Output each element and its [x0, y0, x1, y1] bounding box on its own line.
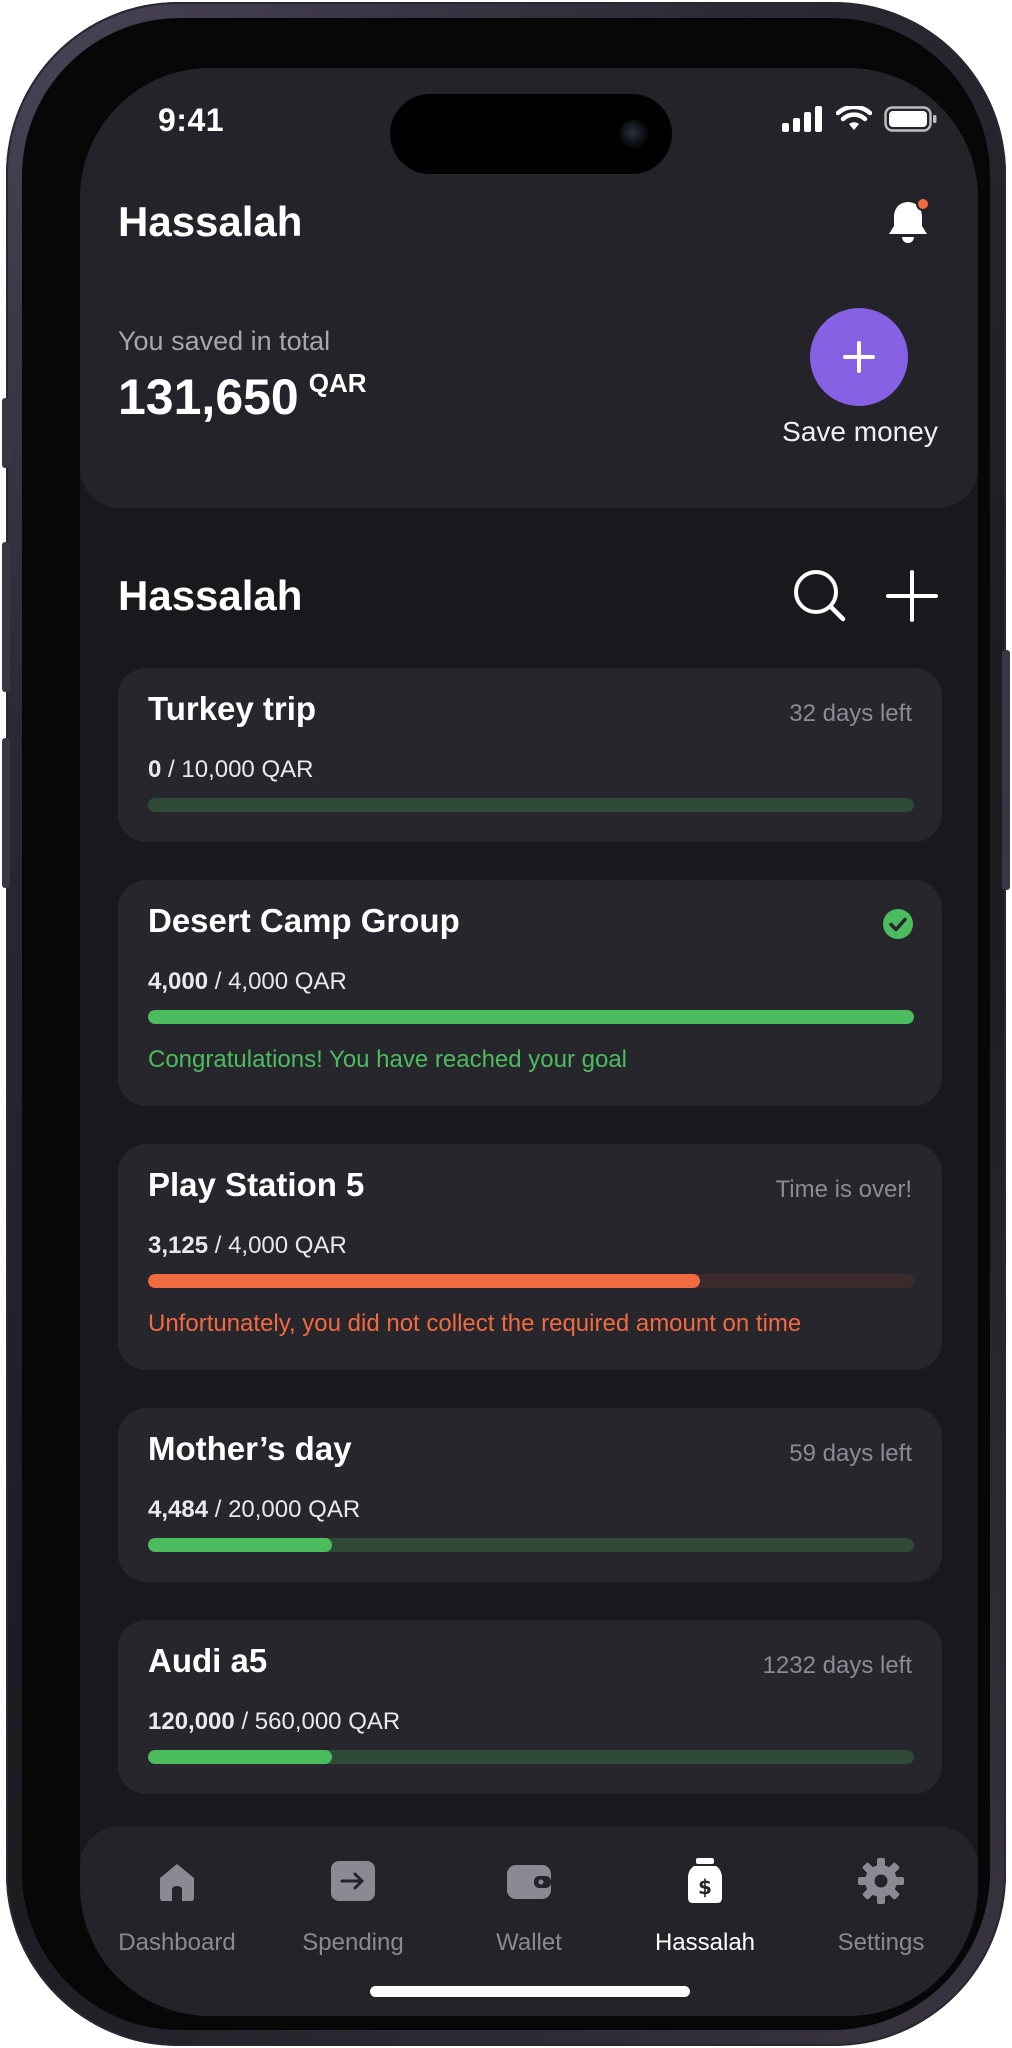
tab-wallet[interactable]: Wallet — [444, 1856, 614, 1957]
goal-card[interactable]: Turkey trip 32 days left 0 / 10,000 QAR — [118, 668, 942, 842]
plus-icon — [843, 341, 875, 373]
volume-down-button — [2, 738, 10, 888]
tab-label: Spending — [302, 1929, 404, 1956]
goal-title: Play Station 5 — [148, 1166, 365, 1203]
volume-up-button — [2, 542, 10, 692]
goal-progress-bar — [148, 798, 914, 812]
phone-frame: 9:41 Hassalah You saved in total 131,650… — [2, 2, 1010, 2046]
goal-amount: 4,000 / 4,000 QAR — [148, 968, 347, 996]
goal-saved-amount: 3,125 — [148, 1232, 209, 1259]
goal-target-amount: / 4,000 QAR — [214, 968, 347, 995]
goal-target-amount: / 560,000 QAR — [241, 1708, 401, 1735]
goal-progress-fill — [148, 1010, 914, 1024]
save-money-label[interactable]: Save money — [760, 416, 960, 448]
goal-saved-amount: 120,000 — [148, 1708, 235, 1735]
goal-amount: 3,125 / 4,000 QAR — [148, 1232, 347, 1260]
wallet-icon — [507, 1865, 551, 1899]
tab-label: Hassalah — [654, 1929, 756, 1956]
goal-progress-fill — [148, 1750, 332, 1764]
search-button[interactable] — [790, 566, 850, 626]
goal-time-left: 59 days left — [789, 1440, 912, 1467]
tab-label: Wallet — [496, 1929, 562, 1956]
goal-title: Turkey trip — [148, 690, 317, 727]
goal-progress-fill — [148, 1538, 332, 1552]
cellular-signal-icon — [782, 106, 822, 132]
camera-icon — [620, 120, 648, 148]
phone-bezel: 9:41 Hassalah You saved in total 131,650… — [22, 18, 990, 2030]
tab-hassalah[interactable]: $ Hassalah — [620, 1856, 790, 1957]
check-circle-icon — [883, 909, 913, 939]
goal-target-amount: / 4,000 QAR — [214, 1232, 347, 1259]
saved-total-value: 131,650 — [118, 369, 299, 425]
goal-progress-bar — [148, 1010, 914, 1024]
transfer-icon — [331, 1861, 375, 1901]
notification-dot — [916, 197, 930, 211]
goal-amount: 120,000 / 560,000 QAR — [148, 1708, 400, 1736]
goal-amount: 0 / 10,000 QAR — [148, 756, 313, 784]
plus-icon — [886, 570, 938, 622]
goal-time-left: 32 days left — [789, 700, 912, 727]
save-money-button[interactable] — [810, 308, 908, 406]
goal-target-amount: / 20,000 QAR — [214, 1496, 361, 1523]
add-goal-button[interactable] — [882, 566, 942, 626]
goal-progress-fill — [148, 1274, 700, 1288]
goal-progress-bar — [148, 1750, 914, 1764]
dynamic-island — [390, 94, 672, 174]
app-title: Hassalah — [118, 198, 303, 245]
section-title: Hassalah — [118, 572, 303, 619]
goal-title: Desert Camp Group — [148, 902, 460, 939]
tab-label: Dashboard — [118, 1929, 236, 1956]
goal-target-amount: / 10,000 QAR — [168, 756, 314, 783]
battery-icon — [884, 106, 937, 132]
goal-card[interactable]: Audi a5 1232 days left 120,000 / 560,000… — [118, 1620, 942, 1794]
goal-title: Mother’s day — [148, 1430, 352, 1467]
saved-total-label: You saved in total — [118, 326, 331, 356]
gear-icon — [858, 1858, 904, 1904]
tab-dashboard[interactable]: Dashboard — [92, 1856, 262, 1957]
goal-card[interactable]: Desert Camp Group 4,000 / 4,000 QAR Cong… — [118, 880, 942, 1106]
goal-progress-bar — [148, 1274, 914, 1288]
search-icon — [794, 570, 846, 622]
wifi-icon — [836, 106, 872, 130]
goal-saved-amount: 4,484 — [148, 1496, 209, 1523]
goal-saved-amount: 0 — [148, 756, 162, 783]
status-icons — [782, 106, 938, 132]
app-screen: 9:41 Hassalah You saved in total 131,650… — [80, 68, 978, 2016]
saved-total-amount: 131,650 QAR — [118, 368, 367, 426]
power-button — [1002, 650, 1010, 890]
notification-button[interactable] — [880, 194, 936, 250]
goal-amount: 4,484 / 20,000 QAR — [148, 1496, 360, 1524]
goal-status-message: Congratulations! You have reached your g… — [148, 1046, 628, 1073]
goal-card[interactable]: Mother’s day 59 days left 4,484 / 20,000… — [118, 1408, 942, 1582]
tab-settings[interactable]: Settings — [796, 1856, 966, 1957]
goal-status-message: Unfortunately, you did not collect the r… — [148, 1310, 802, 1337]
goal-time-left: Time is over! — [775, 1176, 912, 1203]
goal-saved-amount: 4,000 — [148, 968, 209, 995]
goal-progress-bar — [148, 1538, 914, 1552]
bell-icon — [889, 197, 930, 243]
tab-label: Settings — [837, 1929, 925, 1956]
home-indicator[interactable] — [370, 1986, 690, 1997]
tab-spending[interactable]: Spending — [268, 1856, 438, 1957]
action-button — [2, 398, 10, 468]
svg-text:$: $ — [698, 1875, 712, 1899]
goal-time-left: 1232 days left — [762, 1652, 912, 1679]
goal-title: Audi a5 — [148, 1642, 268, 1679]
money-jar-icon: $ — [688, 1858, 722, 1903]
saved-total-unit: QAR — [308, 368, 367, 398]
status-time: 9:41 — [158, 102, 225, 138]
goal-card[interactable]: Play Station 5 Time is over! 3,125 / 4,0… — [118, 1144, 942, 1370]
home-icon — [160, 1864, 194, 1901]
